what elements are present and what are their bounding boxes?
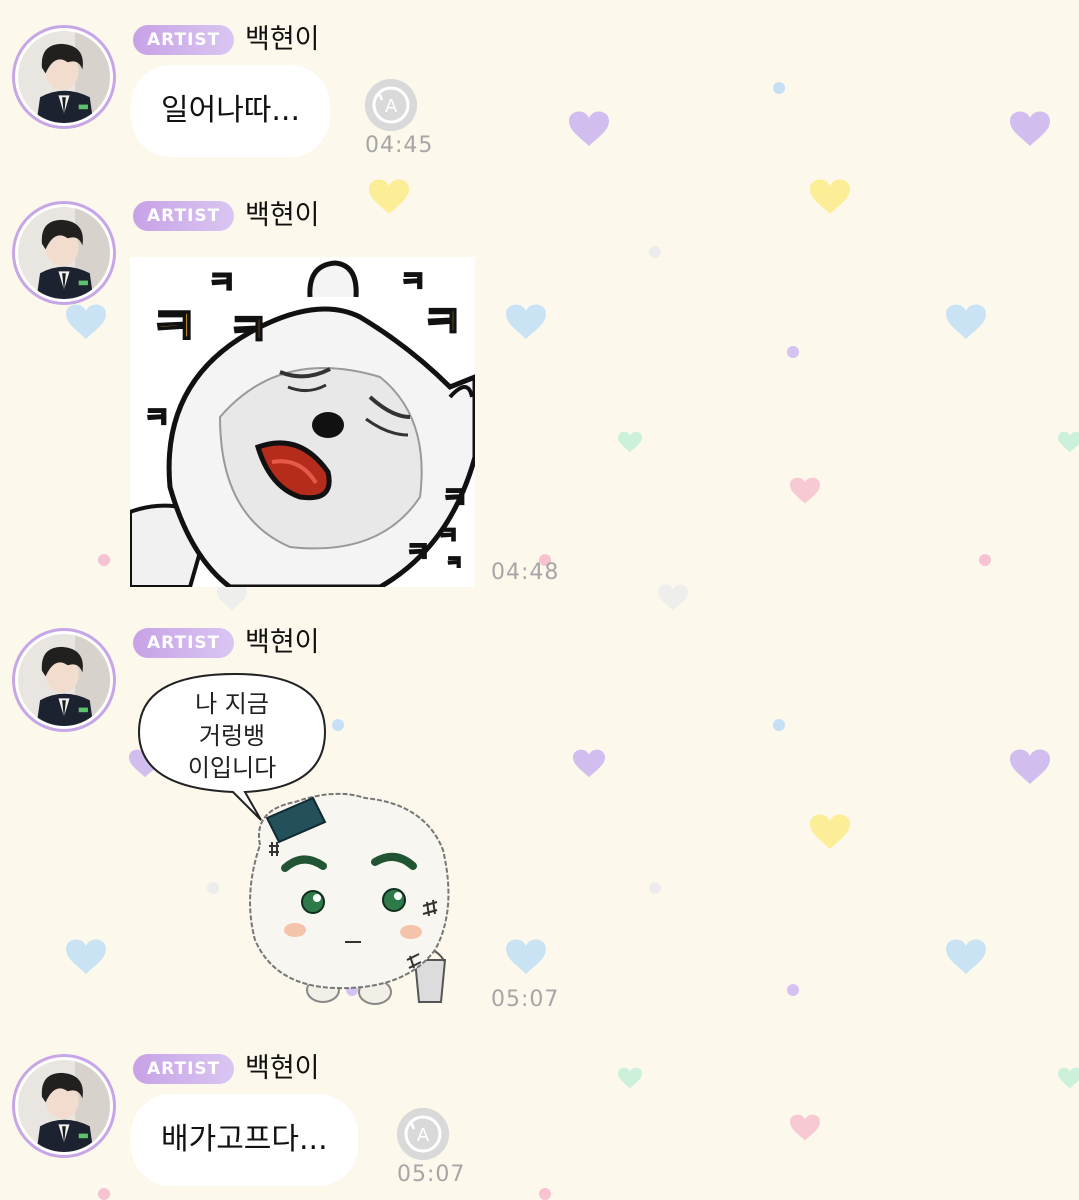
bear-sticker-icon: ㅋ ㅋ ㅋ ㅋ ㅋ ㅋ ㅋ ㅋ ㅋ ㅋ [130, 257, 475, 587]
profile-photo-icon [18, 1060, 110, 1152]
svg-text:ㅋ: ㅋ [446, 553, 463, 574]
svg-text:ㅋ: ㅋ [438, 524, 458, 549]
translate-icon: A [397, 1108, 449, 1160]
sender-name: 백현이 [245, 627, 320, 658]
message-time: 05:07 [397, 1162, 466, 1187]
svg-text:A: A [417, 1125, 430, 1146]
svg-text:나 지금: 나 지금 [195, 690, 269, 718]
svg-text:ㅋ: ㅋ [144, 401, 170, 434]
profile-photo-icon [18, 31, 110, 123]
translate-button[interactable]: A [365, 79, 417, 131]
svg-text:ㅋ: ㅋ [422, 297, 462, 348]
sender-name: 백현이 [245, 1053, 320, 1084]
chat-background-pattern [66, 82, 1079, 1200]
translate-icon: A [365, 79, 417, 131]
translate-button[interactable]: A [397, 1108, 449, 1160]
artist-badge: ARTIST [133, 628, 235, 658]
svg-text:A: A [385, 96, 398, 117]
message-time: 04:48 [491, 560, 560, 585]
avatar[interactable] [12, 201, 116, 305]
svg-text:ㅋ: ㅋ [208, 266, 236, 301]
avatar[interactable] [12, 25, 116, 129]
artist-badge: ARTIST [133, 1054, 235, 1084]
svg-text:거렁뱅: 거렁뱅 [199, 722, 265, 750]
profile-photo-icon [18, 207, 110, 299]
laughing-bear-sticker[interactable]: ㅋ ㅋ ㅋ ㅋ ㅋ ㅋ ㅋ ㅋ ㅋ ㅋ [130, 257, 475, 587]
message-time: 04:45 [365, 133, 434, 158]
artist-badge: ARTIST [133, 25, 235, 55]
svg-text:ㅋ: ㅋ [442, 481, 468, 514]
svg-text:ㅋ: ㅋ [228, 305, 268, 356]
avatar[interactable] [12, 1054, 116, 1158]
rice-ball-sticker[interactable]: 나 지금 거렁뱅 이입니다 [135, 670, 465, 1010]
svg-text:ㅋ: ㅋ [150, 298, 198, 358]
sender-name: 백현이 [245, 200, 320, 231]
message-bubble[interactable]: 배가고프다... [131, 1094, 358, 1186]
message-time: 05:07 [491, 987, 560, 1012]
svg-text:이입니다: 이입니다 [188, 754, 276, 782]
svg-text:ㅋ: ㅋ [400, 265, 426, 298]
svg-text:ㅋ: ㅋ [406, 538, 430, 568]
message-bubble[interactable]: 일어나따... [131, 65, 331, 157]
rice-ball-sticker-icon: 나 지금 거렁뱅 이입니다 [137, 672, 450, 1005]
profile-photo-icon [18, 634, 110, 726]
sender-name: 백현이 [245, 24, 320, 55]
avatar[interactable] [12, 628, 116, 732]
artist-badge: ARTIST [133, 201, 235, 231]
